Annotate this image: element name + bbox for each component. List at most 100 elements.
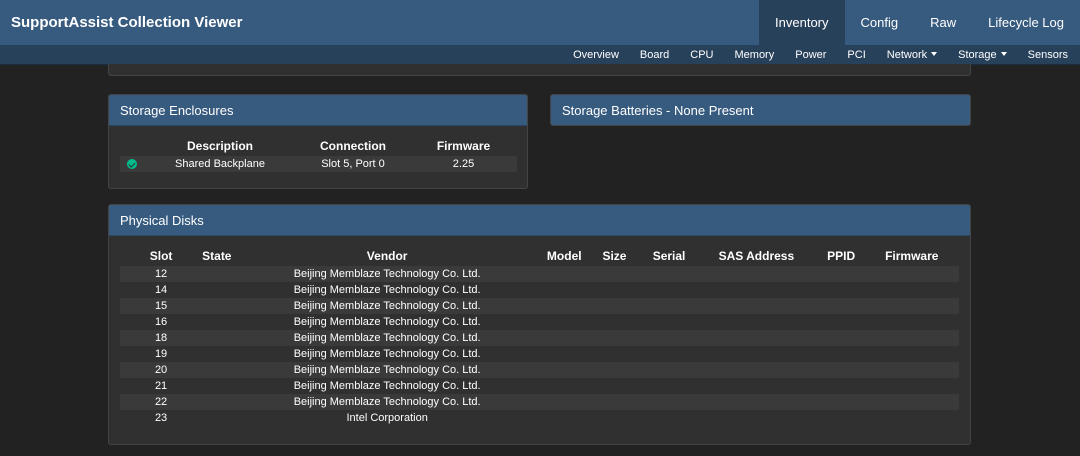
top-nav-menu: Inventory Config Raw Lifecycle Log	[759, 0, 1080, 45]
serial-cell	[643, 346, 695, 362]
slot-cell: 12	[120, 266, 203, 282]
size-cell	[586, 314, 644, 330]
description-cell: Shared Backplane	[144, 156, 296, 172]
sas-address-cell	[695, 314, 818, 330]
subnav-pci[interactable]: PCI	[826, 45, 865, 65]
subnav-power[interactable]: Power	[774, 45, 826, 65]
vendor-cell: Beijing Memblaze Technology Co. Ltd.	[293, 316, 481, 328]
state-cell	[202, 282, 231, 298]
table-row: 18 Beijing Memblaze Technology Co. Ltd.	[120, 330, 959, 346]
serial-cell	[643, 282, 695, 298]
caret-down-icon	[1000, 52, 1007, 57]
size-cell	[586, 378, 644, 394]
slot-cell: 23	[154, 412, 168, 424]
col-sas-address: SAS Address	[718, 249, 795, 263]
panel-title: Storage Batteries - None Present	[551, 95, 970, 125]
slot-cell: 22	[120, 394, 203, 410]
state-cell	[202, 378, 231, 394]
serial-cell	[643, 314, 695, 330]
nav-config[interactable]: Config	[845, 0, 915, 45]
table-row: 16 Beijing Memblaze Technology Co. Ltd.	[120, 314, 959, 330]
subnav-sensors[interactable]: Sensors	[1007, 45, 1068, 65]
subnav-cpu[interactable]: CPU	[669, 45, 713, 65]
serial-cell	[643, 410, 695, 426]
sas-address-cell	[694, 394, 818, 410]
storage-enclosures-panel: Storage Enclosures Description Connectio…	[108, 94, 528, 189]
subnav-network-dropdown[interactable]: Network	[866, 45, 938, 65]
subnav-label: Overview	[573, 49, 619, 61]
table-row: 15 Beijing Memblaze Technology Co. Ltd.	[120, 298, 959, 314]
nav-lifecycle-log[interactable]: Lifecycle Log	[972, 0, 1080, 45]
slot-cell: 15	[120, 298, 203, 314]
app-title[interactable]: SupportAssist Collection Viewer	[11, 0, 242, 45]
vendor-cell: Beijing Memblaze Technology Co. Ltd.	[231, 298, 543, 314]
storage-batteries-panel: Storage Batteries - None Present	[550, 94, 971, 126]
nav-inventory[interactable]: Inventory	[759, 0, 845, 45]
firmware-cell	[864, 394, 959, 410]
slot-cell: 20	[120, 362, 203, 378]
ppid-cell	[818, 346, 865, 362]
sas-address-cell	[694, 298, 818, 314]
subnav-storage-dropdown[interactable]: Storage	[937, 45, 1007, 65]
col-description: Description	[186, 139, 253, 153]
state-cell	[202, 330, 232, 346]
table-row: 20 Beijing Memblaze Technology Co. Ltd.	[120, 362, 959, 378]
model-cell	[543, 410, 586, 426]
col-connection: Connection	[320, 139, 386, 153]
slot-cell: 19	[154, 348, 168, 360]
size-cell	[585, 266, 644, 282]
model-cell	[543, 314, 586, 330]
state-cell	[202, 298, 232, 314]
subnav-memory[interactable]: Memory	[714, 45, 775, 65]
col-firmware: Firmware	[436, 139, 491, 153]
serial-cell	[643, 266, 695, 282]
table-row: 23 Intel Corporation	[120, 410, 959, 426]
subnav-label: Network	[886, 49, 928, 61]
col-status	[120, 130, 144, 156]
model-cell	[543, 378, 586, 394]
table-row: 12 Beijing Memblaze Technology Co. Ltd.	[120, 266, 959, 282]
model-cell	[543, 282, 586, 298]
disk-rows: 12 Beijing Memblaze Technology Co. Ltd. 14…	[120, 266, 959, 426]
firmware-cell	[865, 378, 959, 394]
state-cell	[202, 314, 231, 330]
top-navbar: SupportAssist Collection Viewer Inventor…	[0, 0, 1080, 45]
subnav-label: Sensors	[1027, 49, 1068, 61]
vendor-cell: Beijing Memblaze Technology Co. Ltd.	[231, 266, 543, 282]
caret-down-icon	[931, 52, 938, 57]
serial-cell	[643, 394, 695, 410]
model-cell	[542, 298, 586, 314]
nav-raw[interactable]: Raw	[914, 0, 972, 45]
subnav-label: Storage	[958, 49, 997, 61]
serial-cell	[643, 378, 695, 394]
ppid-cell	[817, 362, 865, 378]
subnav-overview[interactable]: Overview	[552, 45, 619, 65]
status-cell	[120, 156, 144, 172]
connection-cell: Slot 5, Port 0	[296, 156, 410, 172]
col-ppid: PPID	[827, 249, 856, 263]
table-row: 22 Beijing Memblaze Technology Co. Ltd.	[120, 394, 959, 410]
state-cell	[202, 266, 232, 282]
sas-address-cell	[694, 330, 818, 346]
size-cell	[586, 282, 644, 298]
vendor-cell: Beijing Memblaze Technology Co. Ltd.	[293, 380, 481, 392]
panel-title: Storage Enclosures	[109, 95, 527, 126]
ppid-cell	[818, 410, 865, 426]
subnav-board[interactable]: Board	[619, 45, 669, 65]
model-cell	[542, 266, 586, 282]
subnav-label: PCI	[847, 49, 866, 61]
slot-cell: 14	[154, 284, 168, 296]
sas-address-cell	[695, 378, 818, 394]
firmware-cell	[865, 346, 959, 362]
ppid-cell	[818, 314, 865, 330]
subnav-label: Power	[795, 49, 827, 61]
firmware-cell	[865, 282, 959, 298]
sas-address-cell	[695, 346, 818, 362]
vendor-cell: Beijing Memblaze Technology Co. Ltd.	[293, 284, 481, 296]
col-firmware: Firmware	[885, 249, 939, 263]
ppid-cell	[818, 378, 865, 394]
vendor-cell: Beijing Memblaze Technology Co. Ltd.	[231, 362, 543, 378]
state-cell	[202, 410, 231, 426]
size-cell	[585, 330, 644, 346]
size-cell	[585, 362, 644, 378]
